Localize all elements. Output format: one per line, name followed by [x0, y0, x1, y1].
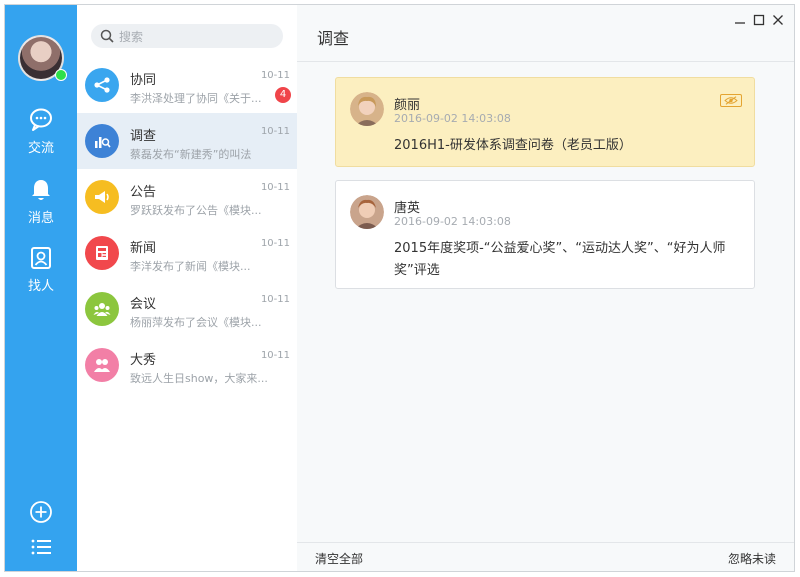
nav-item-find-people[interactable]: 找人 [5, 245, 77, 305]
list-item-show[interactable]: 大秀 10-11 致远人生日show，大家来... [77, 337, 297, 393]
conversation-preview: 蔡磊发布“新建秀”的叫法 [130, 148, 252, 161]
conversation-date: 10-11 [260, 350, 290, 361]
nav-label-chat: 交流 [27, 141, 54, 156]
ignore-unread-button[interactable]: 忽略未读 [728, 550, 776, 567]
nav-item-messages[interactable]: 消息 [5, 177, 77, 237]
sender-name: 唐英 [394, 201, 421, 216]
list-item-announcement[interactable]: 公告 10-11 罗跃跃发布了公告《模块... [77, 169, 297, 225]
conversation-name: 大秀 [130, 353, 157, 368]
clear-all-button[interactable]: 清空全部 [315, 550, 363, 567]
sender-name: 颜丽 [394, 98, 421, 113]
left-nav: 交流 消息 找人 [5, 5, 77, 571]
nav-label-messages: 消息 [27, 211, 54, 226]
message-card[interactable]: 唐英 2016-09-02 14:03:08 2015年度奖项-“公益爱心奖”、… [335, 180, 755, 289]
conversation-date: 10-11 [260, 182, 290, 193]
search-input[interactable] [117, 26, 277, 48]
panel-header: 调查 [297, 5, 794, 62]
conversation-name: 调查 [130, 129, 157, 144]
contact-card-icon [31, 247, 51, 269]
conversation-name: 会议 [130, 297, 157, 312]
conversation-preview: 李洪泽处理了协同《关于... [130, 92, 262, 105]
conversation-preview: 致远人生日show，大家来... [130, 372, 268, 385]
list-item-meeting[interactable]: 会议 10-11 杨丽萍发布了会议《模块... [77, 281, 297, 337]
sent-time: 2016-09-02 14:03:08 [394, 112, 511, 125]
main-panel: 调查 颜丽 2016-09-02 14:03:08 2016H1-研发体系调查问… [297, 5, 794, 571]
minimize-icon[interactable] [733, 13, 747, 27]
page-title: 调查 [317, 29, 350, 48]
close-icon[interactable] [771, 13, 785, 27]
nav-label-find-people: 找人 [27, 279, 54, 294]
share-nodes-icon [85, 68, 119, 102]
message-card[interactable]: 颜丽 2016-09-02 14:03:08 2016H1-研发体系调查问卷（老… [335, 77, 755, 167]
megaphone-icon [85, 180, 119, 214]
conversation-preview: 杨丽萍发布了会议《模块... [130, 316, 262, 329]
people-group-icon [85, 292, 119, 326]
list-item-xietong[interactable]: 协同 10-11 李洪泽处理了协同《关于... 4 [77, 57, 297, 113]
panel-footer: 清空全部 忽略未读 [297, 542, 794, 571]
people-pair-icon [85, 348, 119, 382]
conversation-date: 10-11 [260, 126, 290, 137]
avatar [350, 195, 384, 229]
conversation-date: 10-11 [260, 294, 290, 305]
conversation-date: 10-11 [260, 70, 290, 81]
add-circle-icon[interactable] [29, 500, 53, 524]
unread-badge: 4 [275, 87, 291, 103]
list-item-survey[interactable]: 调查 10-11 蔡磊发布“新建秀”的叫法 [77, 113, 297, 169]
online-status-dot [55, 69, 67, 81]
avatar [350, 92, 384, 126]
chat-bubble-icon [30, 108, 52, 131]
maximize-icon[interactable] [752, 13, 766, 27]
search-box[interactable] [91, 24, 283, 48]
conversation-list: 协同 10-11 李洪泽处理了协同《关于... 4 调查 10-11 蔡磊发布“… [77, 5, 298, 571]
search-icon [100, 29, 114, 43]
conversation-name: 新闻 [130, 241, 157, 256]
app-window: 交流 消息 找人 搜索 协同 10-11 李洪泽处理了协同《关于... 4 调查… [4, 4, 795, 572]
conversation-preview: 李洋发布了新闻《模块... [130, 260, 251, 273]
message-content: 2015年度奖项-“公益爱心奖”、“运动达人奖”、“好为人师奖”评选 [394, 241, 726, 278]
eye-off-icon[interactable] [720, 94, 742, 107]
conversation-date: 10-11 [260, 238, 290, 249]
conversation-name: 公告 [130, 185, 157, 200]
newspaper-icon [85, 236, 119, 270]
conversation-preview: 罗跃跃发布了公告《模块... [130, 204, 262, 217]
list-item-news[interactable]: 新闻 10-11 李洋发布了新闻《模块... [77, 225, 297, 281]
bell-icon [32, 180, 50, 200]
survey-chart-icon [85, 124, 119, 158]
menu-list-icon[interactable] [29, 535, 53, 559]
conversation-name: 协同 [130, 73, 157, 88]
message-content: 2016H1-研发体系调查问卷（老员工版） [394, 138, 632, 153]
sent-time: 2016-09-02 14:03:08 [394, 215, 511, 228]
nav-item-chat[interactable]: 交流 [5, 107, 77, 167]
